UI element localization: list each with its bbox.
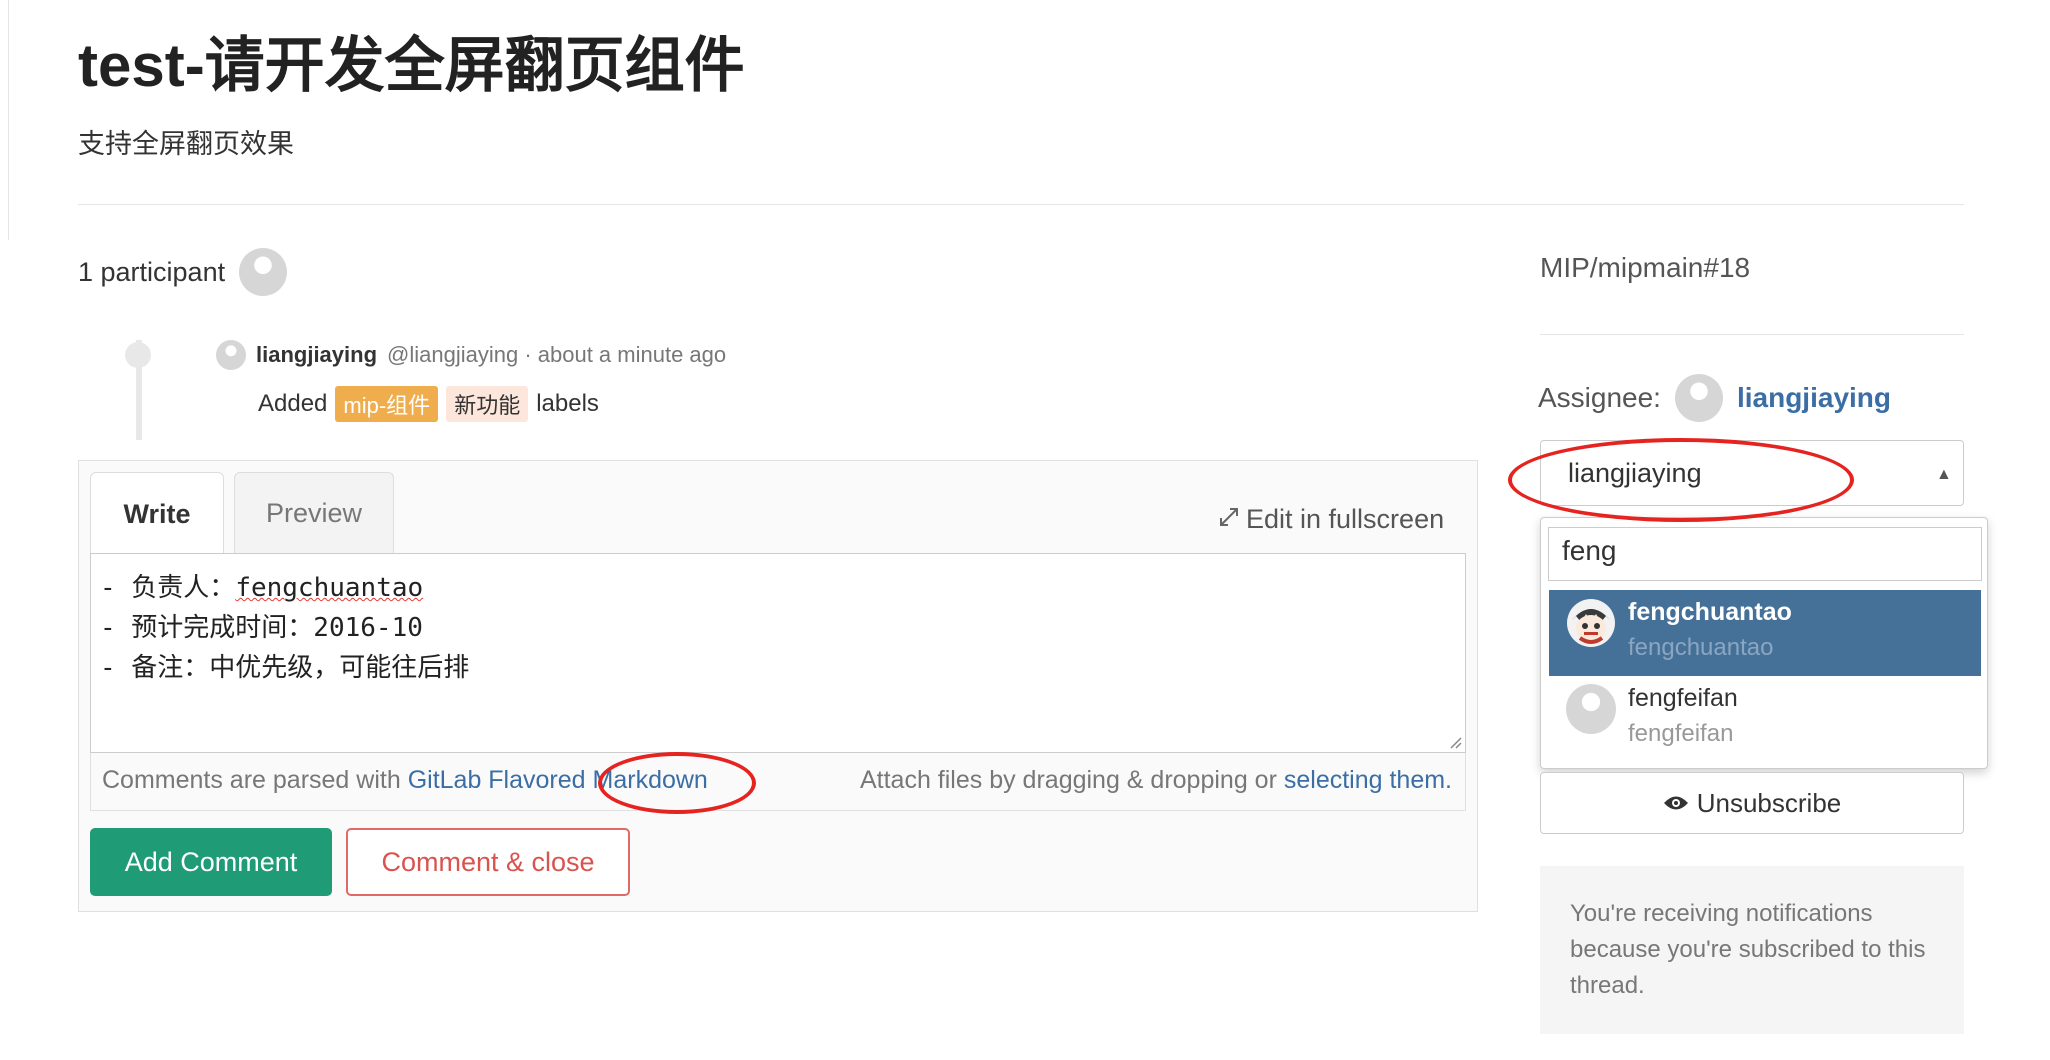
attach-hint: Attach files by dragging & dropping or s… [859,766,1452,794]
option-username: fengchuantao [1628,634,1774,661]
activity-body: Added mip-组件 新功能 labels [258,386,599,422]
option-name: fengchuantao [1628,598,1792,626]
participant-avatar[interactable] [239,248,288,296]
caret-up-icon: ▲ [1936,466,1952,483]
issue-description: 支持全屏翻页效果 [78,129,294,159]
fengfeifan-avatar [1566,684,1616,734]
author-name[interactable]: liangjiaying [256,342,377,368]
assignee-label: Assignee: [1538,382,1661,413]
spellcheck-word: fengchuantao [235,573,424,603]
participants: 1 participant [78,248,288,296]
annotation-circle-markdown [598,752,756,814]
tab-preview[interactable]: Preview [234,472,394,554]
text-line-2: - 预计完成时间：2016-10 [100,613,423,643]
expand-icon [1218,504,1240,535]
activity-suffix: labels [536,390,599,417]
sidebar-divider [1540,334,1964,335]
left-panel-edge [0,0,9,240]
unsubscribe-button[interactable]: Unsubscribe [1540,772,1964,834]
activity-header: liangjiaying @liangjiaying · about a min… [216,340,726,370]
label-mip-component[interactable]: mip-组件 [335,386,439,422]
subscription-notice: You're receiving notifications because y… [1540,866,1964,1034]
issue-reference: MIP/mipmain#18 [1540,252,1751,283]
fengchuantao-avatar [1566,598,1616,648]
author-handle-time: @liangjiaying · about a minute ago [387,342,727,367]
edit-fullscreen-link[interactable]: Edit in fullscreen [1218,504,1444,535]
assignee-search-value: feng [1562,535,1617,566]
assignee-avatar [1674,374,1723,422]
text-line-1: - 负责人：fengchuantao [100,573,424,603]
gitlab-flavored-link[interactable]: GitLab Flavored [408,766,586,794]
author-avatar[interactable] [216,340,246,370]
label-new-feature[interactable]: 新功能 [446,386,529,422]
text-line-3: - 备注：中优先级，可能往后排 [100,653,470,683]
fullscreen-label: Edit in fullscreen [1246,504,1445,534]
issue-title: test-请开发全屏翻页组件 [78,32,745,99]
option-username: fengfeifan [1628,720,1734,747]
divider [78,204,1964,205]
comment-close-button[interactable]: Comment & close [346,828,630,896]
tab-write[interactable]: Write [90,472,224,556]
unsubscribe-label: Unsubscribe [1696,787,1842,818]
resize-grip-icon[interactable] [1446,733,1462,749]
activity-prefix: Added [258,390,328,417]
eye-icon [1663,788,1689,819]
annotation-circle-assignee [1508,438,1854,522]
option-name: fengfeifan [1628,684,1738,712]
comment-text: - 负责人：fengchuantao - 预计完成时间：2016-10 - 备注… [100,568,469,688]
add-comment-button[interactable]: Add Comment [90,828,332,896]
participants-label: 1 participant [78,256,226,287]
timeline-dot [125,342,151,368]
assignee-name[interactable]: liangjiaying [1737,382,1891,414]
select-files-link[interactable]: selecting them. [1284,766,1452,794]
assignee-row: Assignee: liangjiaying [1538,374,1891,422]
